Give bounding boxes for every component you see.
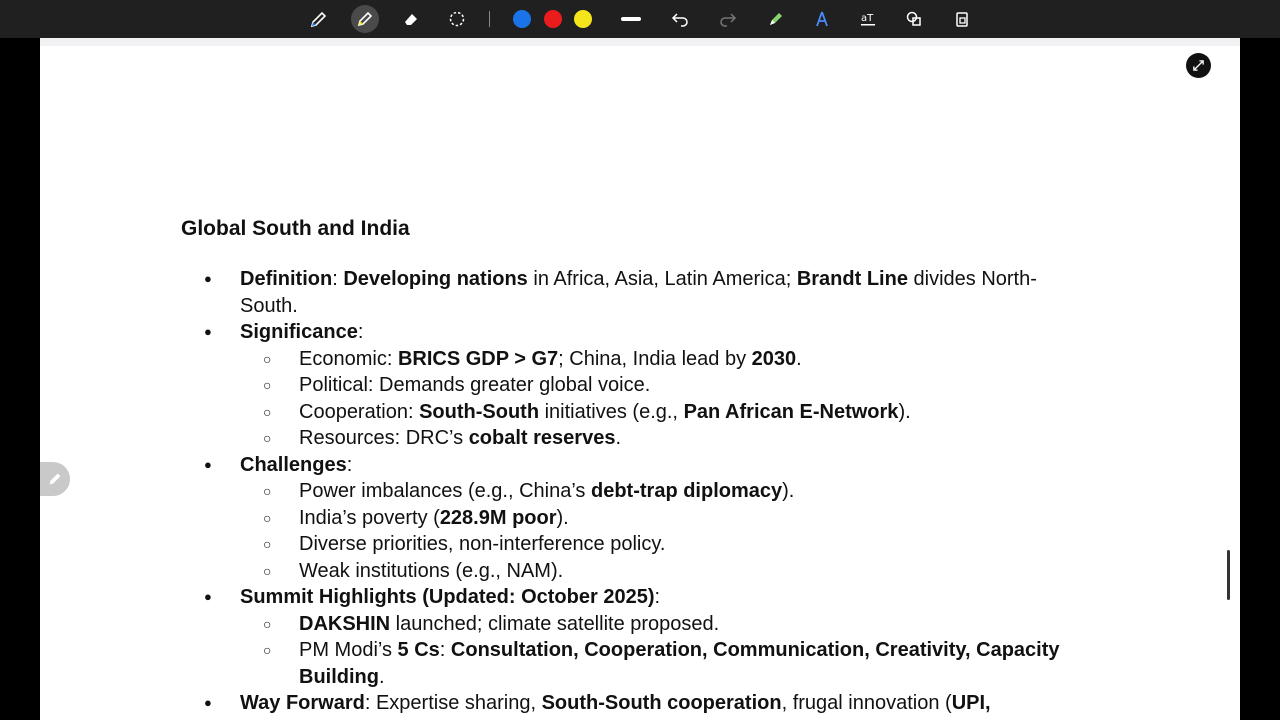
undo-icon[interactable] xyxy=(666,5,694,33)
shapes-icon[interactable] xyxy=(900,5,928,33)
collapse-icon[interactable] xyxy=(1186,53,1211,78)
edit-pencil-icon[interactable] xyxy=(40,462,70,496)
list-item: Cooperation: South-South initiatives (e.… xyxy=(240,399,1081,426)
text: : Expertise sharing, xyxy=(364,692,542,714)
page-title: Global South and India xyxy=(181,217,410,240)
list-item: Resources: DRC’s cobalt reserves. xyxy=(240,425,1081,452)
ink-to-shape-icon[interactable] xyxy=(808,5,836,33)
marker-icon[interactable] xyxy=(762,5,790,33)
list-item: Economic: BRICS GDP > G7; China, India l… xyxy=(240,346,1081,373)
pen-icon[interactable] xyxy=(305,5,333,33)
sub-list: Economic: BRICS GDP > G7; China, India l… xyxy=(240,346,1081,452)
significance-label: Significance xyxy=(240,321,358,343)
text: Weak institutions (e.g., NAM). xyxy=(299,559,564,582)
bold-text: Brandt Line xyxy=(796,268,908,290)
bold-text: BRICS GDP > G7 xyxy=(397,347,559,370)
text: ). xyxy=(556,506,569,529)
list-item-significance: Significance: Economic: BRICS GDP > G7; … xyxy=(181,319,1081,452)
text: ). xyxy=(782,480,795,502)
text: initiatives (e.g., xyxy=(539,400,684,423)
text: Political: Demands greater global voice. xyxy=(299,374,651,396)
text: in Africa, Asia, Latin America; xyxy=(527,268,797,290)
text: : xyxy=(357,321,364,343)
text: Diverse priorities, non-interference pol… xyxy=(299,533,666,555)
text: Economic: xyxy=(299,347,398,370)
sub-list: DAKSHIN launched; climate satellite prop… xyxy=(240,611,1081,691)
svg-text:aT: aT xyxy=(861,13,874,24)
document-content: Global South and India Definition: Devel… xyxy=(181,214,1081,717)
list-item-way-forward: Way Forward: Expertise sharing, South-So… xyxy=(181,690,1081,717)
main-bullet-list: Definition: Developing nations in Africa… xyxy=(181,266,1081,717)
text: launched; climate satellite proposed. xyxy=(390,612,720,635)
sub-list: Power imbalances (e.g., China’s debt-tra… xyxy=(240,478,1081,584)
bold-text: Developing nations xyxy=(343,268,528,290)
toolbar-separator xyxy=(489,11,490,27)
text: : xyxy=(439,639,451,661)
text: ; China, India lead by xyxy=(558,347,752,370)
annotation-toolbar: aT xyxy=(0,0,1280,38)
way-forward-label: Way Forward xyxy=(240,692,365,714)
text: India’s poverty ( xyxy=(299,506,440,529)
list-item: India’s poverty (228.9M poor). xyxy=(240,505,1081,532)
text: . xyxy=(796,347,802,370)
text: PM Modi’s xyxy=(299,639,398,661)
text: . xyxy=(615,427,622,449)
text: Resources: DRC’s xyxy=(299,427,469,449)
stroke-width-icon[interactable] xyxy=(617,5,645,33)
definition-label: Definition xyxy=(240,268,333,290)
bold-text: South-South xyxy=(419,400,540,423)
list-item-summit: Summit Highlights (Updated: October 2025… xyxy=(181,584,1081,690)
color-red-swatch[interactable] xyxy=(544,10,562,28)
list-item-definition: Definition: Developing nations in Africa… xyxy=(181,266,1081,319)
text-recognition-icon[interactable]: aT xyxy=(854,5,882,33)
text: ). xyxy=(898,400,911,423)
bold-text: 5 Cs xyxy=(397,639,440,661)
bold-text: debt-trap diplomacy xyxy=(591,480,783,502)
bold-text: DAKSHIN xyxy=(299,612,391,635)
lasso-icon[interactable] xyxy=(443,5,471,33)
bold-text: 2030 xyxy=(751,347,797,370)
bold-text: Pan African E-Network xyxy=(683,400,899,423)
bold-text: 228.9M poor xyxy=(439,506,557,529)
highlighter-icon[interactable] xyxy=(351,5,379,33)
summit-label: Summit Highlights (Updated: October 2025… xyxy=(240,586,655,608)
text: : xyxy=(346,453,353,476)
text: : xyxy=(332,268,338,290)
list-item: Weak institutions (e.g., NAM). xyxy=(240,558,1081,585)
page-top-band xyxy=(40,38,1240,46)
text: Cooperation: xyxy=(299,400,420,423)
bold-text: cobalt reserves xyxy=(468,427,616,449)
bold-text: South-South cooperation xyxy=(541,692,782,714)
color-yellow-swatch[interactable] xyxy=(574,10,592,28)
text: , frugal innovation ( xyxy=(781,692,952,714)
lock-icon[interactable] xyxy=(948,5,976,33)
bold-text: UPI, xyxy=(951,692,991,714)
text: : xyxy=(654,586,661,608)
scrollbar-thumb[interactable] xyxy=(1227,550,1230,600)
document-page: Global South and India Definition: Devel… xyxy=(40,38,1240,720)
list-item: DAKSHIN launched; climate satellite prop… xyxy=(240,611,1081,638)
redo-icon[interactable] xyxy=(714,5,742,33)
color-blue-swatch[interactable] xyxy=(513,10,531,28)
eraser-icon[interactable] xyxy=(397,5,425,33)
list-item: PM Modi’s 5 Cs: Consultation, Cooperatio… xyxy=(240,637,1081,690)
text: Power imbalances (e.g., China’s xyxy=(299,480,591,502)
challenges-label: Challenges xyxy=(240,453,347,476)
list-item-challenges: Challenges: Power imbalances (e.g., Chin… xyxy=(181,452,1081,585)
list-item: Diverse priorities, non-interference pol… xyxy=(240,531,1081,558)
list-item: Political: Demands greater global voice. xyxy=(240,372,1081,399)
list-item: Power imbalances (e.g., China’s debt-tra… xyxy=(240,478,1081,505)
text: . xyxy=(378,665,385,688)
